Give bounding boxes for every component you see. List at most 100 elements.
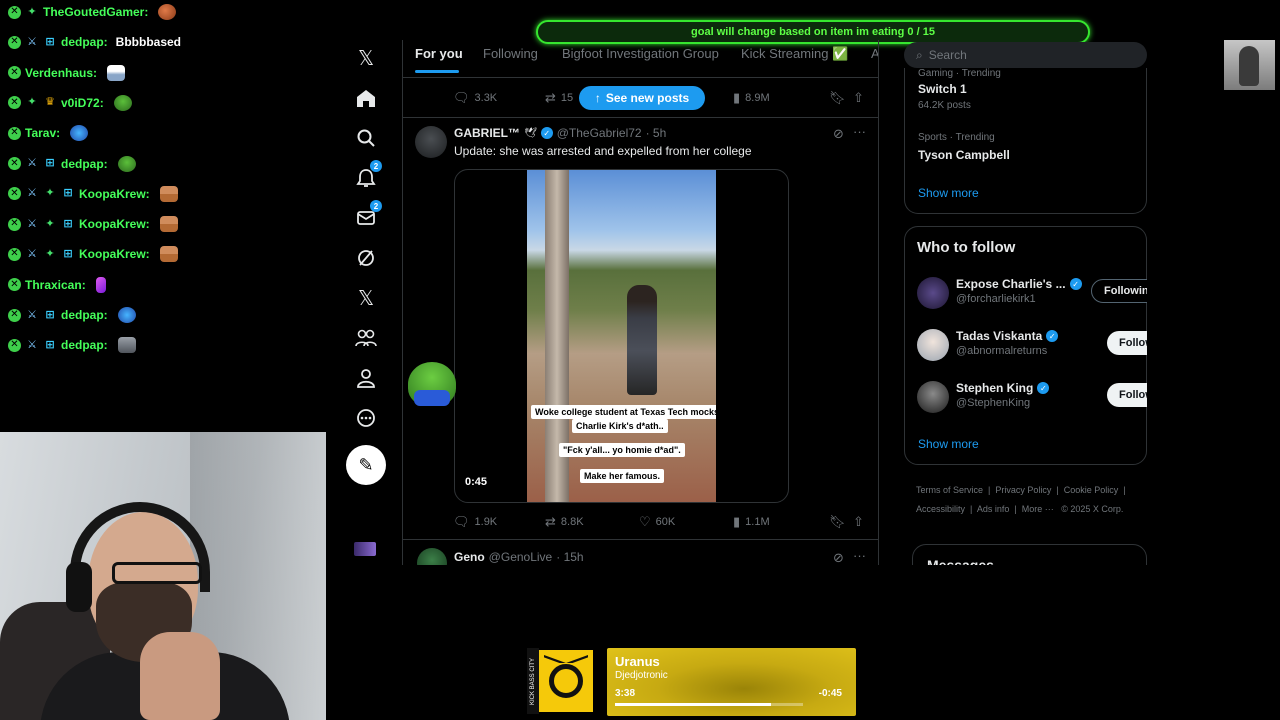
chat-username[interactable]: dedpap: bbox=[61, 338, 108, 352]
explore-icon[interactable] bbox=[352, 124, 380, 152]
repost-button[interactable]: ⇄ 8.8K bbox=[545, 514, 584, 530]
chat-username[interactable]: dedpap: bbox=[61, 157, 108, 171]
follow-button[interactable]: Follow bbox=[1107, 383, 1147, 407]
grid-badge-icon: ⊞ bbox=[45, 35, 55, 48]
tweet-time[interactable]: · 5h bbox=[646, 126, 667, 140]
trend-name[interactable]: Tyson Campbell bbox=[918, 148, 1010, 162]
post-button[interactable]: ✎ bbox=[346, 445, 386, 485]
footer-link[interactable]: Ads info bbox=[977, 504, 1010, 514]
chat-username[interactable]: KoopaKrew: bbox=[79, 217, 150, 231]
see-new-posts-label: See new posts bbox=[605, 91, 690, 105]
account-name[interactable]: Tadas Viskanta ✓ bbox=[956, 329, 1059, 343]
author-name[interactable]: GABRIEL™ bbox=[454, 126, 520, 140]
tab-bigfoot[interactable]: Bigfoot Investigation Group bbox=[562, 46, 719, 61]
chat-username[interactable]: Verdenhaus: bbox=[25, 66, 97, 80]
footer-link[interactable]: Accessibility bbox=[916, 504, 965, 514]
views-count: 8.9M bbox=[745, 92, 770, 104]
tweet-video[interactable]: Woke college student at Texas Tech mocks… bbox=[454, 169, 789, 503]
mod-badge-icon: ✕ bbox=[8, 66, 21, 80]
author-avatar[interactable] bbox=[417, 548, 447, 565]
star-badge-icon: ✦ bbox=[27, 5, 37, 18]
grid-badge-icon: ⊞ bbox=[45, 338, 55, 351]
search-placeholder: Search bbox=[928, 48, 967, 62]
home-icon[interactable] bbox=[352, 84, 380, 112]
more-options-icon[interactable]: ··· bbox=[853, 548, 866, 563]
reply-button[interactable]: 🗨︎ 1.9K bbox=[453, 514, 497, 530]
account-name[interactable]: Expose Charlie's ... ✓ bbox=[956, 277, 1082, 291]
more-icon[interactable] bbox=[352, 404, 380, 432]
avatar[interactable] bbox=[917, 277, 949, 309]
chat-username[interactable]: KoopaKrew: bbox=[79, 247, 150, 261]
reply-icon: 🗨︎ bbox=[453, 90, 470, 105]
messages-icon[interactable]: 2 bbox=[352, 200, 382, 232]
account-name[interactable]: Stephen King ✓ bbox=[956, 381, 1050, 395]
chat-username[interactable]: dedpap: bbox=[61, 308, 108, 322]
follow-suggestion[interactable]: Tadas Viskanta✓ @abnormalreturns Follow bbox=[917, 327, 1147, 363]
chat-username[interactable]: Thraxican: bbox=[25, 278, 86, 292]
follow-button[interactable]: Follow bbox=[1107, 331, 1147, 355]
grok-tweet-icon[interactable]: ⊘ bbox=[833, 550, 844, 565]
man-emote-icon bbox=[159, 246, 178, 263]
man-emote-icon bbox=[159, 185, 178, 202]
chat-username[interactable]: dedpap: bbox=[61, 35, 108, 49]
footer-link[interactable]: Terms of Service bbox=[916, 485, 983, 495]
bookmark-button[interactable]: 🔖︎ bbox=[829, 90, 846, 106]
views-button[interactable]: ▮ 8.9M bbox=[733, 90, 770, 106]
more-options-icon[interactable]: ··· bbox=[853, 124, 866, 139]
chat-username[interactable]: KoopaKrew: bbox=[79, 187, 150, 201]
divider bbox=[403, 117, 878, 118]
chat-username[interactable]: TheGoutedGamer: bbox=[43, 5, 148, 19]
tweet-header: Geno @GenoLive · 15h bbox=[454, 550, 584, 564]
x-logo-icon[interactable]: 𝕏 bbox=[352, 44, 380, 72]
mod-badge-icon: ✕ bbox=[8, 5, 21, 19]
author-avatar[interactable] bbox=[415, 126, 447, 158]
messages-drawer[interactable]: Messages bbox=[912, 544, 1147, 565]
track-progress bbox=[615, 703, 803, 706]
author-name[interactable]: Geno bbox=[454, 550, 485, 564]
trends-show-more[interactable]: Show more bbox=[918, 186, 979, 200]
like-button[interactable]: ♡ 60K bbox=[639, 514, 675, 530]
uranus-symbol-icon bbox=[549, 664, 583, 698]
tab-following[interactable]: Following bbox=[483, 46, 538, 61]
notifications-icon[interactable]: 2 bbox=[352, 160, 382, 192]
communities-icon[interactable] bbox=[352, 324, 380, 352]
trend-name[interactable]: Switch 1 bbox=[918, 82, 967, 96]
profile-icon[interactable] bbox=[352, 364, 380, 392]
star-badge-icon: ✦ bbox=[27, 96, 37, 109]
grok-tweet-icon[interactable]: ⊘ bbox=[833, 126, 844, 142]
search-input[interactable]: ⌕ Search bbox=[904, 42, 1147, 68]
avatar[interactable] bbox=[917, 329, 949, 361]
share-button[interactable]: ⇧ bbox=[853, 514, 864, 530]
author-handle[interactable]: @GenoLive bbox=[489, 550, 553, 564]
mod-badge-icon: ✕ bbox=[8, 126, 21, 140]
reply-button[interactable]: 🗨︎ 3.3K bbox=[453, 90, 497, 106]
webcam-glasses bbox=[112, 562, 202, 584]
chat-username[interactable]: v0iD72: bbox=[61, 96, 104, 110]
who-to-follow-show-more[interactable]: Show more bbox=[918, 437, 979, 451]
account-avatar[interactable] bbox=[354, 542, 376, 556]
chat-username[interactable]: Tarav: bbox=[25, 126, 60, 140]
tab-kick-streaming[interactable]: Kick Streaming ✅ bbox=[741, 46, 848, 62]
premium-x-icon[interactable]: 𝕏 bbox=[352, 284, 380, 312]
bookmark-button[interactable]: 🔖︎ bbox=[829, 514, 846, 530]
track-remaining: -0:45 bbox=[818, 688, 842, 699]
author-handle[interactable]: @TheGabriel72 bbox=[557, 126, 642, 140]
tab-for-you[interactable]: For you bbox=[415, 46, 463, 61]
views-button[interactable]: ▮ 1.1M bbox=[733, 514, 770, 530]
see-new-posts-button[interactable]: ↑ See new posts bbox=[579, 86, 705, 110]
footer-link[interactable]: More ··· bbox=[1022, 504, 1054, 514]
video-frame[interactable]: Woke college student at Texas Tech mocks… bbox=[527, 170, 716, 502]
follow-suggestion[interactable]: Expose Charlie's ... ✓ @forcharliekirk1 F… bbox=[917, 275, 1147, 311]
views-icon: ▮ bbox=[733, 514, 741, 529]
tab-more[interactable]: A bbox=[871, 46, 878, 61]
footer-link[interactable]: Privacy Policy bbox=[995, 485, 1051, 495]
footer-link[interactable]: Cookie Policy bbox=[1064, 485, 1119, 495]
repost-count: 15 bbox=[560, 92, 574, 104]
grok-icon[interactable] bbox=[352, 244, 380, 272]
following-button[interactable]: Following bbox=[1091, 279, 1147, 303]
share-button[interactable]: ⇧ bbox=[853, 90, 864, 106]
tweet-time[interactable]: · 15h bbox=[556, 550, 583, 564]
follow-suggestion[interactable]: Stephen King✓ @StephenKing Follow bbox=[917, 379, 1147, 415]
repost-button[interactable]: ⇄ 15 bbox=[545, 90, 573, 106]
avatar[interactable] bbox=[917, 381, 949, 413]
